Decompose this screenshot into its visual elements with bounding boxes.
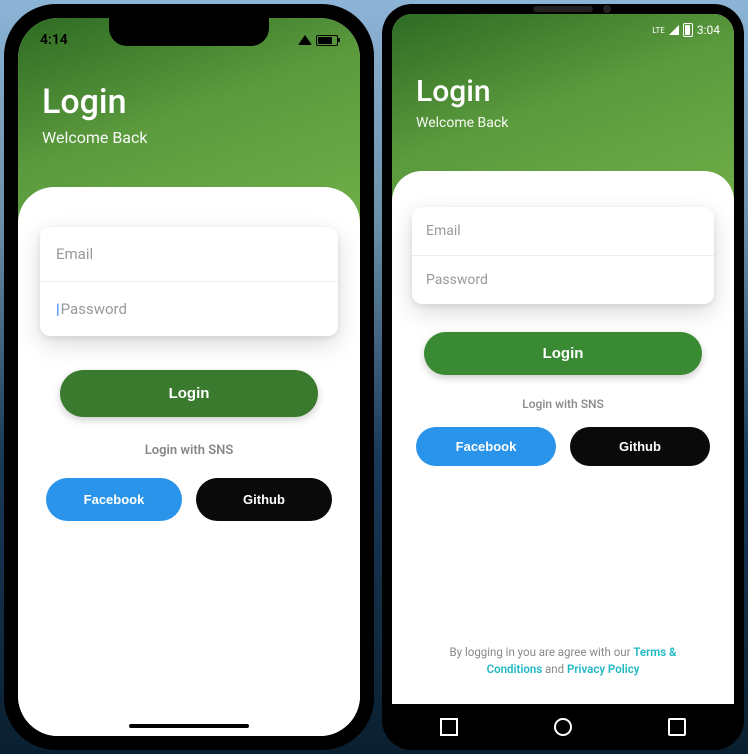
github-button[interactable]: Github	[570, 427, 710, 466]
email-placeholder: Email	[426, 223, 461, 239]
android-nav-bar	[392, 704, 734, 750]
login-input-card: Email Password	[412, 207, 714, 304]
login-button-label: Login	[543, 345, 584, 362]
android-status-time: 3:04	[697, 23, 720, 37]
sns-label: Login with SNS	[412, 397, 714, 411]
android-device-frame: . LTE 3:04 Login Welcome Back Email Pass…	[382, 4, 744, 750]
facebook-button-label: Facebook	[456, 439, 517, 454]
ios-notch	[109, 18, 269, 46]
email-field[interactable]: Email	[40, 227, 338, 282]
android-screen: . LTE 3:04 Login Welcome Back Email Pass…	[392, 14, 734, 704]
privacy-link[interactable]: Privacy Policy	[567, 662, 639, 676]
nav-back-icon[interactable]	[440, 718, 458, 736]
nav-recent-icon[interactable]	[668, 718, 686, 736]
ios-status-icons	[298, 35, 338, 46]
page-subtitle: Welcome Back	[416, 115, 710, 131]
disclaimer-prefix: By logging in you are agree with our	[450, 645, 634, 659]
battery-icon	[683, 23, 693, 37]
sns-button-row: Facebook Github	[416, 427, 710, 466]
ios-home-indicator[interactable]	[129, 724, 249, 728]
sns-button-row: Facebook Github	[46, 478, 332, 521]
disclaimer-mid: and	[542, 662, 567, 676]
email-field[interactable]: Email	[412, 207, 714, 256]
sns-label: Login with SNS	[40, 443, 338, 458]
wifi-icon	[298, 35, 312, 45]
login-button[interactable]: Login	[424, 332, 702, 375]
text-cursor: |	[56, 300, 60, 318]
page-title: Login	[42, 82, 336, 122]
android-status-icons: LTE 3:04	[652, 23, 720, 37]
lte-label: LTE	[652, 26, 665, 35]
login-button-label: Login	[169, 385, 210, 402]
nav-home-icon[interactable]	[554, 718, 572, 736]
password-field[interactable]: |Password	[40, 282, 338, 336]
page-title: Login	[416, 74, 710, 109]
password-placeholder: Password	[426, 272, 488, 288]
facebook-button[interactable]: Facebook	[46, 478, 182, 521]
android-status-bar: . LTE 3:04	[392, 14, 734, 40]
ios-status-time: 4:14	[40, 32, 68, 48]
ios-device-frame: 4:14 Login Welcome Back Email |Password …	[4, 4, 374, 750]
password-placeholder: Password	[61, 300, 127, 318]
ios-screen: 4:14 Login Welcome Back Email |Password …	[18, 18, 360, 736]
email-placeholder: Email	[56, 245, 93, 263]
signal-icon	[669, 25, 679, 35]
login-input-card: Email |Password	[40, 227, 338, 336]
facebook-button[interactable]: Facebook	[416, 427, 556, 466]
ios-login-sheet: Email |Password Login Login with SNS Fac…	[18, 187, 360, 736]
password-field[interactable]: Password	[412, 256, 714, 304]
login-button[interactable]: Login	[60, 370, 318, 417]
page-subtitle: Welcome Back	[42, 128, 336, 147]
battery-icon	[316, 35, 338, 46]
github-button-label: Github	[243, 492, 285, 507]
login-disclaimer: By logging in you are agree with our Ter…	[412, 624, 714, 693]
android-login-sheet: Email Password Login Login with SNS Face…	[392, 171, 734, 704]
facebook-button-label: Facebook	[84, 492, 145, 507]
github-button[interactable]: Github	[196, 478, 332, 521]
github-button-label: Github	[619, 439, 661, 454]
android-camera	[533, 6, 593, 12]
